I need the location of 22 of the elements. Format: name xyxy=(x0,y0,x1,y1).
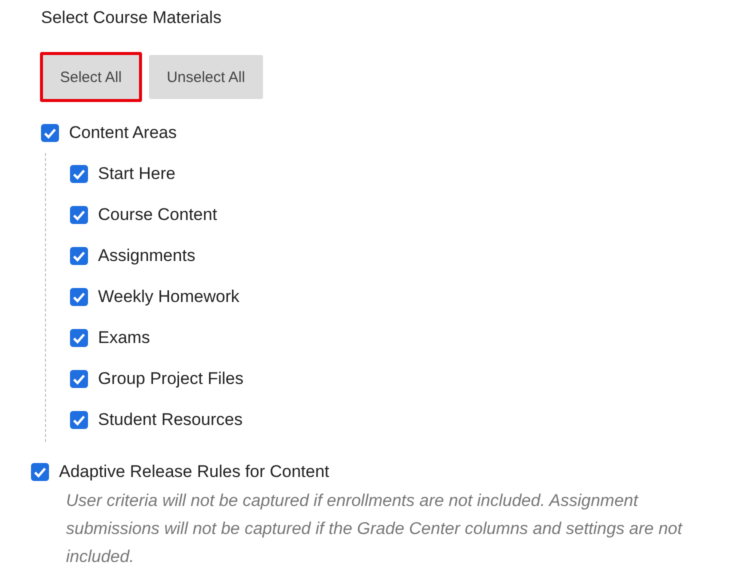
button[interactable]: Select All xyxy=(40,52,142,102)
button[interactable]: Unselect All xyxy=(148,55,264,99)
checkbox-label: Course Content xyxy=(98,204,218,224)
checkbox[interactable] xyxy=(70,288,88,306)
checkbox-label: Group Project Files xyxy=(98,368,244,388)
help-text: User criteria will not be captured if enrollments are not included. Assignment submissions will not be captured if the Grade Center columns and settings are not included. xyxy=(66,490,684,568)
checkbox-label: Exams xyxy=(98,328,150,348)
checkbox[interactable] xyxy=(31,463,49,481)
checkbox[interactable] xyxy=(70,164,88,182)
checkbox[interactable] xyxy=(41,124,59,142)
checkbox-label: Start Here xyxy=(98,164,176,184)
checkbox[interactable] xyxy=(70,410,88,428)
checkbox-label: Assignments xyxy=(98,246,196,266)
checkbox[interactable] xyxy=(70,370,88,388)
checkbox-label: Weekly Homework xyxy=(98,286,240,306)
checkbox[interactable] xyxy=(70,246,88,264)
checkbox-label: Content Areas xyxy=(69,123,177,143)
section-title: Select Course Materials xyxy=(41,7,222,29)
checkbox-label: Student Resources xyxy=(98,410,243,430)
checkbox-label: Adaptive Release Rules for Content xyxy=(59,462,330,482)
checkbox[interactable] xyxy=(70,206,88,224)
checkbox[interactable] xyxy=(70,328,88,346)
